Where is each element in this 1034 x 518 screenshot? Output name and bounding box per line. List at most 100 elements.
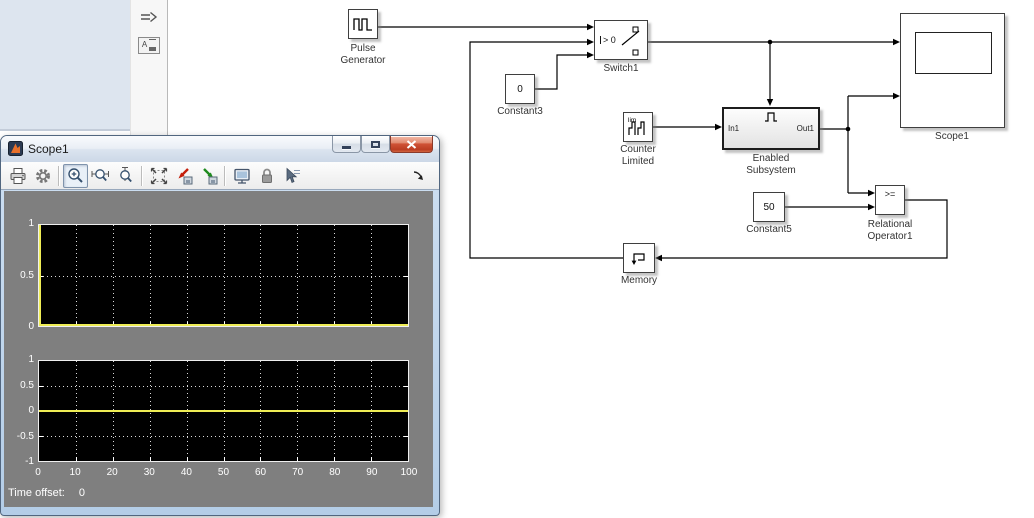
signal-selection-button[interactable] <box>279 164 304 188</box>
tick-label: 1 <box>28 218 34 230</box>
enable-port-icon <box>762 110 780 123</box>
time-offset-status: Time offset: 0 <box>8 487 85 499</box>
dock-arrow-icon <box>412 169 425 182</box>
block-label: Memory <box>584 275 694 287</box>
tick-label: 50 <box>210 467 236 478</box>
scope-window: Scope1 <box>0 135 440 516</box>
scope-axes-upper[interactable] <box>38 224 409 327</box>
x-tick-labels: 0102030405060708090100 <box>25 467 422 478</box>
titlebar[interactable]: Scope1 <box>1 136 439 163</box>
simulink-scope-icon <box>8 141 23 156</box>
block-label: Switch1 <box>566 63 676 75</box>
annotation-icon[interactable]: A <box>138 36 160 54</box>
save-axes-button[interactable] <box>171 164 196 188</box>
scope-body: 10.50 10.50-0.5-1 0102030405060708090100… <box>1 190 439 515</box>
toolbar-separator <box>58 166 60 186</box>
block-label: Counter Limited <box>583 144 693 168</box>
memory-block[interactable] <box>623 243 655 273</box>
block-label: Constant5 <box>714 224 824 236</box>
restore-axes-icon <box>199 166 219 186</box>
gridline <box>39 436 408 437</box>
zoom-x-icon <box>91 166 111 186</box>
enabled-subsystem-block[interactable]: In1 Out1 <box>722 107 820 150</box>
restore-axes-button[interactable] <box>196 164 221 188</box>
counter-icon: lim <box>626 115 650 139</box>
constant5-block[interactable]: 50 <box>753 192 785 222</box>
print-icon <box>8 166 28 186</box>
zoom-y-icon <box>116 166 136 186</box>
parameters-button[interactable] <box>30 164 55 188</box>
block-label: Constant3 <box>465 106 575 118</box>
tick-label: 70 <box>285 467 311 478</box>
print-button[interactable] <box>5 164 30 188</box>
tick-label: 20 <box>99 467 125 478</box>
tick-label: 10 <box>62 467 88 478</box>
trace-upper-signal <box>39 324 408 326</box>
lock-icon <box>257 166 277 186</box>
tick-label: 1 <box>28 354 34 366</box>
floating-scope-button[interactable] <box>229 164 254 188</box>
trace-initial-segment <box>39 225 41 326</box>
memory-icon <box>629 248 649 268</box>
dock-scope-button[interactable] <box>406 164 431 188</box>
autoscale-button[interactable] <box>146 164 171 188</box>
scope-axes-lower[interactable] <box>38 360 409 462</box>
simulink-editor: A <box>0 0 1034 518</box>
zoom-button[interactable] <box>63 164 88 188</box>
scope-display-area: 10.50 10.50-0.5-1 0102030405060708090100… <box>4 191 433 507</box>
zoom-x-button[interactable] <box>88 164 113 188</box>
toolbar-separator <box>141 166 143 186</box>
block-label: Scope1 <box>897 131 1007 143</box>
switch-block[interactable]: > 0 <box>594 20 648 60</box>
tick-label: 0 <box>25 467 51 478</box>
maximize-button[interactable] <box>361 136 390 153</box>
gear-icon <box>33 166 53 186</box>
tick-label: -0.5 <box>17 431 34 443</box>
relational-operator-block[interactable]: >= <box>875 185 905 215</box>
inport-label: In1 <box>728 124 739 133</box>
window-controls <box>332 136 433 153</box>
tick-label: 30 <box>136 467 162 478</box>
block-label: Enabled Subsystem <box>716 153 826 177</box>
tick-label: 60 <box>248 467 274 478</box>
palette-toolbar: A <box>130 0 168 135</box>
counter-limited-block[interactable]: lim <box>623 112 653 142</box>
toolbar-separator <box>224 166 226 186</box>
annotation-lines <box>149 39 156 47</box>
block-label: Relational Operator1 <box>835 219 945 243</box>
pulse-generator-block[interactable] <box>348 9 378 39</box>
outport-label: Out1 <box>797 124 814 133</box>
autoscale-icon <box>149 166 169 186</box>
close-button[interactable] <box>390 136 433 153</box>
switch-icon <box>595 21 649 61</box>
time-offset-label: Time offset: <box>8 487 65 499</box>
tick-label: 90 <box>359 467 385 478</box>
tick-label: 80 <box>322 467 348 478</box>
hide-browser-arrow-icon[interactable] <box>138 8 160 26</box>
pulse-wave-icon <box>352 14 374 34</box>
minimize-button[interactable] <box>332 136 361 153</box>
gridline <box>39 386 408 387</box>
model-browser-panel <box>0 0 130 131</box>
tick-label: 0 <box>28 321 34 333</box>
relational-operator-symbol: >= <box>876 189 904 199</box>
zoom-icon <box>66 166 86 186</box>
trace-lower-signal <box>39 410 408 412</box>
tick-label: 0 <box>28 405 34 417</box>
upper-y-tick-labels: 10.50 <box>4 218 34 333</box>
tick-label: 100 <box>396 467 422 478</box>
scope-block[interactable] <box>900 13 1005 128</box>
lock-axes-button[interactable] <box>254 164 279 188</box>
gridline <box>39 276 408 277</box>
lower-y-tick-labels: 10.50-0.5-1 <box>4 354 34 468</box>
scope-screen-icon <box>915 32 992 74</box>
save-axes-icon <box>174 166 194 186</box>
block-label: Pulse Generator <box>308 43 418 67</box>
constant3-block[interactable]: 0 <box>505 74 535 104</box>
close-icon <box>406 140 417 149</box>
floating-scope-icon <box>232 166 252 186</box>
zoom-y-button[interactable] <box>113 164 138 188</box>
time-offset-value: 0 <box>79 487 85 499</box>
scope-toolbar <box>1 162 439 190</box>
annotation-letter: A <box>142 41 147 49</box>
